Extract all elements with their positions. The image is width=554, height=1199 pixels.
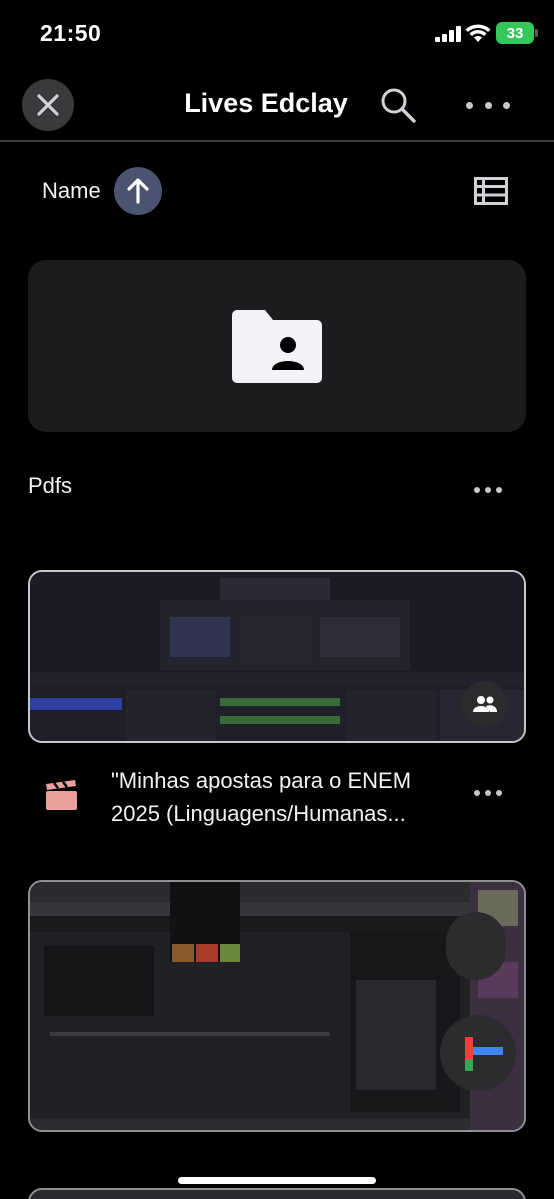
status-bar: 21:50 33: [0, 0, 554, 70]
video-thumbnail-2[interactable]: [28, 880, 526, 1132]
document-scan-fab[interactable]: [446, 912, 506, 980]
signal-icon: [435, 26, 461, 42]
folder-more-button[interactable]: [474, 487, 502, 493]
clapperboard-icon: [46, 780, 77, 810]
battery-indicator: 33: [496, 22, 538, 44]
video-title: "Minhas apostas para o ENEM 2025 (Lingua…: [111, 768, 412, 826]
sort-bar: Name: [0, 166, 554, 216]
folder-title: Pdfs: [28, 473, 73, 498]
google-plus-icon: [465, 1037, 503, 1071]
video-more-button[interactable]: [474, 790, 502, 796]
folder-thumbnail[interactable]: [28, 260, 526, 432]
sort-direction-button[interactable]: [114, 167, 162, 215]
more-options-button[interactable]: [466, 98, 510, 112]
sort-label[interactable]: Name: [42, 178, 101, 204]
shared-badge: [462, 681, 508, 727]
wifi-icon: [465, 24, 491, 42]
status-time: 21:50: [40, 20, 102, 46]
home-indicator: [178, 1177, 376, 1184]
video-preview-2: [30, 882, 524, 1130]
shared-icon: [473, 696, 497, 712]
list-view-icon[interactable]: [474, 177, 508, 205]
video-thumbnail-3[interactable]: [28, 1188, 526, 1199]
google-fab[interactable]: [440, 1015, 516, 1091]
search-icon[interactable]: [378, 85, 418, 125]
video-thumbnail[interactable]: [28, 570, 526, 743]
folder-item-row[interactable]: Pdfs: [0, 461, 554, 521]
video-item-row[interactable]: "Minhas apostas para o ENEM 2025 (Lingua…: [0, 752, 554, 832]
video-preview: [30, 572, 524, 741]
arrow-up-icon: [127, 178, 149, 204]
shared-folder-icon: [232, 310, 322, 383]
top-bar: Lives Edclay: [0, 72, 554, 142]
